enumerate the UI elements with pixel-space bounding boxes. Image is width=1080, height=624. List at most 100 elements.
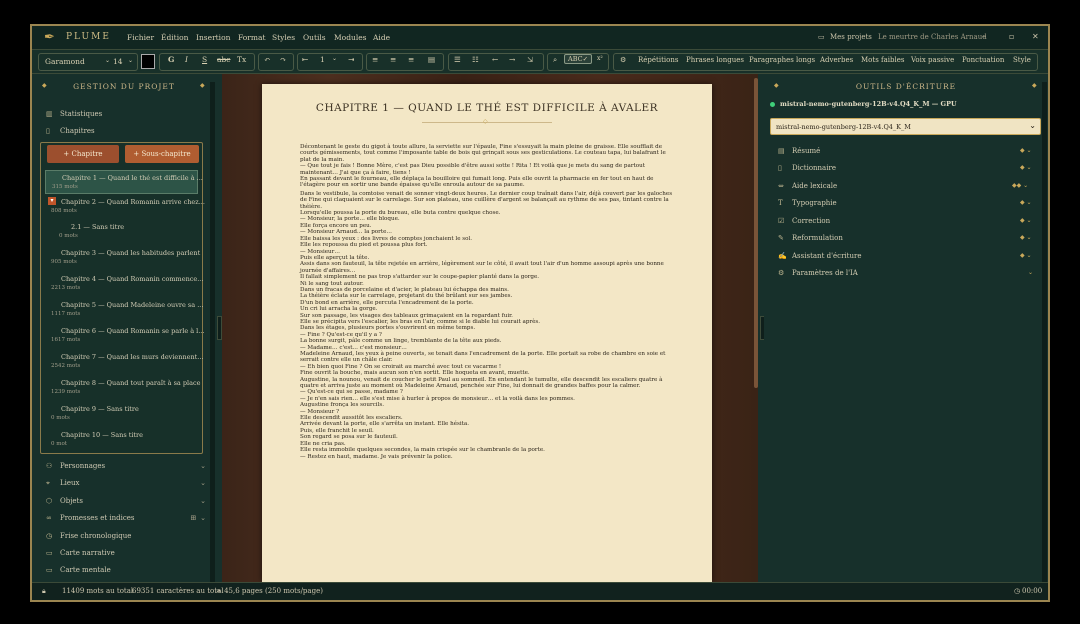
nav-chapters[interactable]: ▯ Chapitres — [46, 127, 95, 135]
analysis-passive-voice[interactable]: Voix passive — [911, 56, 954, 64]
clock-icon: ◷ — [1014, 587, 1021, 595]
chapter-item[interactable]: Chapitre 10 — Sans titre 0 mot — [45, 428, 198, 452]
search-icon[interactable]: ⌕ — [553, 55, 557, 65]
tool-ai-settings[interactable]: ⚙ Paramètres de l'IA ⌄ — [778, 269, 1048, 277]
font-select[interactable]: Garamond ⌄ 14 ⌄ — [38, 53, 138, 71]
chevron-down-icon: ⌄ — [1028, 269, 1034, 276]
chapter-item[interactable]: Chapitre 7 — Quand les murs deviennent..… — [45, 350, 204, 374]
tool-summary[interactable]: ▤ Résumé ◆ ⌄ — [778, 147, 1048, 155]
tool-typography[interactable]: T Typographie ◆ ⌄ — [778, 199, 1048, 207]
left-scrollbar[interactable] — [210, 82, 215, 582]
nav-mind-map[interactable]: ▭ Carte mentale — [46, 566, 111, 574]
chevron-down-icon: ⌄ — [200, 514, 206, 522]
chapter-item[interactable]: ▾ Chapitre 2 — Quand Romanin arrive chez.… — [45, 195, 205, 219]
menu-styles[interactable]: Styles — [272, 33, 295, 42]
editor-page[interactable]: CHAPITRE 1 — QUAND LE THÉ EST DIFFICILE … — [262, 84, 712, 582]
ornament-icon: ◇ — [483, 118, 488, 125]
indent-decrease-icon[interactable]: ⇤ — [302, 55, 308, 64]
tool-correction[interactable]: ☑ Correction ◆ ⌄ — [778, 217, 1048, 225]
chapter-item[interactable]: Chapitre 6 — Quand Romanin se parle à l.… — [45, 324, 204, 348]
page-break-icon[interactable]: ⇲ — [527, 55, 533, 64]
bullet-list-icon[interactable]: ☰ — [454, 55, 461, 64]
chapter-item[interactable]: Chapitre 9 — Sans titre 0 mots — [45, 402, 198, 426]
chevron-down-icon: ⌄ — [105, 57, 111, 64]
menu-modules[interactable]: Modules — [334, 33, 367, 42]
chapter-wordcount: 0 mots — [51, 415, 70, 421]
strikethrough-button[interactable]: abc — [217, 55, 230, 64]
lock-icon: 🔒︎ — [42, 587, 46, 595]
menu-insertion[interactable]: Insertion — [196, 33, 230, 42]
nav-narrative-map[interactable]: ▭ Carte narrative — [46, 549, 115, 557]
add-chapter-button[interactable]: + Chapitre — [47, 145, 119, 163]
outdent-icon[interactable]: ← — [492, 55, 498, 64]
font-size[interactable]: 14 — [113, 57, 123, 66]
align-center-icon[interactable]: ≡ — [390, 55, 396, 64]
subchapter-item[interactable]: 2.1 — Sans titre 0 mots — [45, 220, 198, 244]
chapter-item[interactable]: Chapitre 4 — Quand Romanin commence... 22… — [45, 272, 203, 296]
align-left-icon[interactable]: ≡ — [372, 55, 378, 64]
analysis-weak-words[interactable]: Mots faibles — [861, 56, 904, 64]
analysis-long-paragraphs[interactable]: Paragraphes longs — [749, 56, 815, 64]
superscript-icon[interactable]: x² — [597, 55, 603, 62]
nav-promises[interactable]: ∞ Promesses et indices ⊞ ⌄ — [46, 514, 206, 522]
nav-places[interactable]: ⌖ Lieux ⌄ — [46, 479, 206, 488]
editor-scrollbar[interactable] — [754, 78, 758, 388]
add-subchapter-button[interactable]: + Sous-chapitre — [125, 145, 199, 163]
tool-dictionary[interactable]: ▯ Dictionnaire ◆ ⌄ — [778, 164, 1048, 172]
italic-button[interactable]: I — [185, 55, 188, 64]
line-spacing-value[interactable]: 1 — [320, 55, 325, 64]
nav-objects[interactable]: ⬡ Objets ⌄ — [46, 497, 206, 505]
analysis-adverbs[interactable]: Adverbes — [820, 56, 853, 64]
text-color-swatch[interactable] — [141, 54, 155, 69]
nav-characters[interactable]: ⚇ Personnages ⌄ — [46, 462, 206, 470]
chapter-wordcount: 1617 mots — [51, 337, 81, 343]
tool-lexicon[interactable]: ⇔ Aide lexicale ◆◆ ⌄ — [778, 182, 1048, 190]
tool-assistant[interactable]: ✍ Assistant d'écriture ◆ ⌄ — [778, 252, 1048, 260]
undo-icon[interactable]: ↶ — [264, 55, 270, 64]
analysis-punctuation[interactable]: Ponctuation — [962, 56, 1004, 64]
clear-format-button[interactable]: Tx — [237, 55, 246, 64]
menu-outils[interactable]: Outils — [303, 33, 326, 42]
tool-rephrase[interactable]: ✎ Reformulation ◆ ⌄ — [778, 234, 1048, 242]
right-scrollbar[interactable] — [1042, 82, 1047, 582]
my-projects-link[interactable]: Mes projets — [830, 33, 872, 41]
menu-edition[interactable]: Édition — [161, 33, 188, 42]
underline-button[interactable]: S — [202, 55, 207, 64]
chapter-item[interactable]: Chapitre 1 — Quand le thé est difficile … — [45, 170, 203, 194]
chevron-down-icon: ⌄ — [200, 497, 206, 505]
maximize-button[interactable]: ▫ — [1009, 32, 1014, 41]
minimize-button[interactable]: – — [982, 32, 986, 41]
spellcheck-button[interactable]: ABC✓ — [564, 54, 593, 64]
align-right-icon[interactable]: ≡ — [408, 55, 414, 64]
close-button[interactable]: ✕ — [1032, 32, 1039, 41]
indent-increase-icon[interactable]: ⇥ — [348, 55, 354, 64]
nav-statistics[interactable]: ▥ Statistiques — [46, 110, 102, 118]
grid-icon[interactable]: ⊞ — [190, 514, 196, 522]
analysis-repetitions[interactable]: Répétitions — [638, 56, 678, 64]
tool-label: Dictionnaire — [792, 164, 836, 172]
settings-icon[interactable]: ⚙ — [620, 56, 626, 64]
chapter-wordcount: 315 mots — [52, 184, 78, 190]
chapter-item[interactable]: Chapitre 3 — Quand les habitudes parlent… — [45, 246, 200, 270]
redo-icon[interactable]: ↷ — [280, 55, 286, 64]
collapse-icon[interactable]: ▾ — [48, 197, 56, 205]
tool-badge: ◆ ⌄ — [1020, 164, 1032, 171]
chapter-item[interactable]: Chapitre 5 — Quand Madeleine ouvre sa ..… — [45, 298, 203, 322]
menu-format[interactable]: Format — [238, 33, 266, 42]
menu-fichier[interactable]: Fichier — [127, 33, 154, 42]
justify-icon[interactable]: ▤ — [428, 55, 435, 64]
chapter-title: Chapitre 5 — Quand Madeleine ouvre sa ..… — [61, 301, 204, 309]
bold-button[interactable]: G — [168, 55, 174, 64]
analysis-style[interactable]: Style — [1013, 56, 1031, 64]
chapter-text[interactable]: Décontenant le geste du gigot à toute al… — [300, 144, 678, 460]
chevron-down-icon: ⌄ — [128, 57, 134, 64]
type-icon: T — [778, 199, 783, 207]
chapter-item[interactable]: Chapitre 8 — Quand tout paraît à sa plac… — [45, 376, 200, 400]
indent-icon[interactable]: → — [509, 55, 515, 64]
analysis-long-sentences[interactable]: Phrases longues — [686, 56, 744, 64]
numbered-list-icon[interactable]: ☷ — [472, 55, 479, 64]
nav-timeline[interactable]: ◷ Frise chronologique — [46, 532, 131, 540]
nav-label: Carte mentale — [60, 566, 111, 574]
model-select[interactable]: mistral-nemo-gutenberg-12B-v4.Q4_K_M ⌄ — [770, 118, 1041, 135]
menu-aide[interactable]: Aide — [373, 33, 390, 42]
